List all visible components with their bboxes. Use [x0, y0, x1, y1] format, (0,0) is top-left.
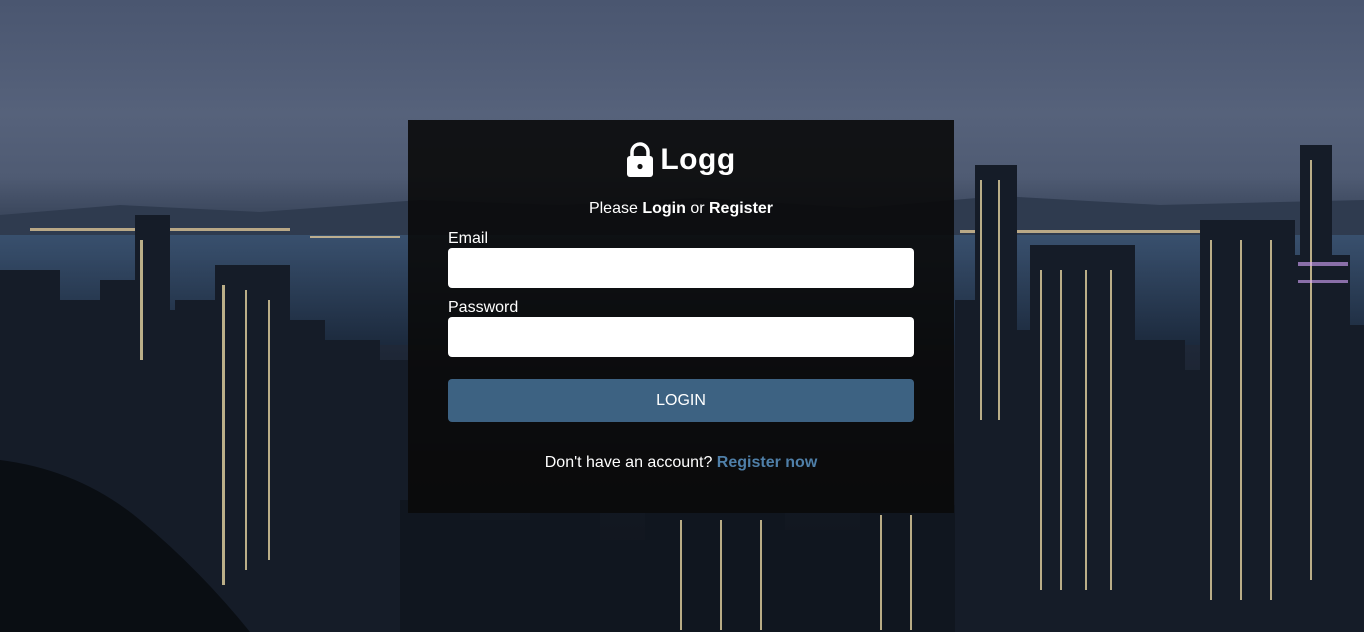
subtitle: Please Login or Register: [408, 200, 954, 218]
email-label: Email: [448, 230, 489, 247]
subtitle-prefix: Please: [588, 200, 643, 217]
login-card: Logg Please Login or Register Email Pass…: [408, 120, 954, 513]
register-now-link[interactable]: Register now: [717, 454, 817, 471]
password-label: Password: [448, 299, 519, 316]
login-button[interactable]: LOGIN: [448, 379, 914, 422]
email-input[interactable]: [448, 248, 914, 288]
brand-title: Logg: [660, 143, 736, 176]
lock-icon: [626, 142, 654, 178]
register-question: Don't have an account?: [544, 454, 717, 471]
subtitle-login: Login: [642, 200, 686, 217]
brand-header: Logg: [408, 142, 954, 178]
subtitle-register: Register: [709, 200, 774, 217]
subtitle-middle: or: [685, 200, 709, 217]
password-input[interactable]: [448, 317, 914, 357]
register-prompt: Don't have an account? Register now: [408, 454, 954, 472]
